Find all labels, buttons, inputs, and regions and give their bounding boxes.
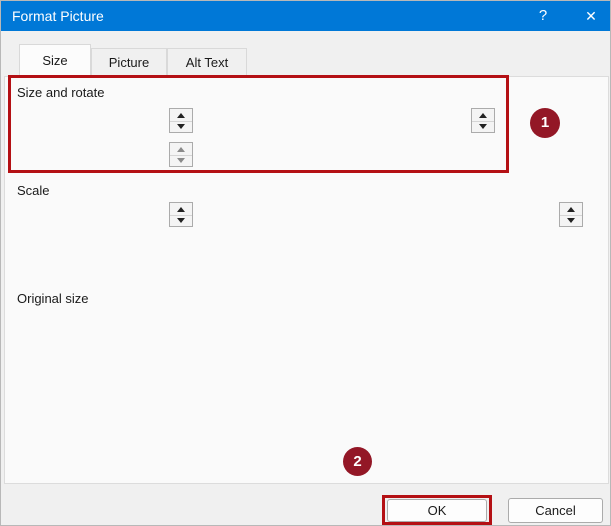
ok-button[interactable]: OK [387, 499, 487, 522]
help-icon[interactable]: ? [529, 1, 557, 31]
tab-size[interactable]: Size [19, 44, 91, 77]
arrow-up-icon [177, 113, 185, 118]
dialog-title: Format Picture [12, 1, 104, 31]
height-spinner[interactable] [169, 108, 193, 133]
arrow-up-icon [177, 147, 185, 152]
spinner-down-button[interactable] [560, 214, 582, 226]
spinner-down-button [170, 154, 192, 166]
annotation-badge-1: 1 [530, 108, 560, 138]
scale-height-spinner[interactable] [169, 202, 193, 227]
spinner-down-button[interactable] [170, 214, 192, 226]
spinner-down-button[interactable] [472, 120, 494, 132]
title-bar: Format Picture ? ✕ [1, 1, 610, 31]
close-icon[interactable]: ✕ [575, 1, 607, 31]
format-picture-dialog: Format Picture ? ✕ Size Picture Alt Text… [0, 0, 611, 526]
scale-width-spinner[interactable] [559, 202, 583, 227]
tab-picture[interactable]: Picture [91, 48, 167, 76]
group-scale: Scale [17, 183, 50, 198]
arrow-down-icon [479, 124, 487, 129]
arrow-up-icon [567, 207, 575, 212]
arrow-up-icon [177, 207, 185, 212]
rotation-spinner [169, 142, 193, 167]
arrow-down-icon [177, 218, 185, 223]
arrow-down-icon [567, 218, 575, 223]
tab-alt-text[interactable]: Alt Text [167, 48, 247, 76]
group-size-and-rotate: Size and rotate [17, 85, 104, 100]
arrow-down-icon [177, 158, 185, 163]
cancel-button[interactable]: Cancel [508, 498, 603, 523]
arrow-up-icon [479, 113, 487, 118]
size-tab-page [4, 76, 609, 484]
annotation-badge-2: 2 [343, 447, 372, 476]
group-original-size: Original size [17, 291, 89, 306]
arrow-down-icon [177, 124, 185, 129]
width-spinner[interactable] [471, 108, 495, 133]
spinner-down-button[interactable] [170, 120, 192, 132]
